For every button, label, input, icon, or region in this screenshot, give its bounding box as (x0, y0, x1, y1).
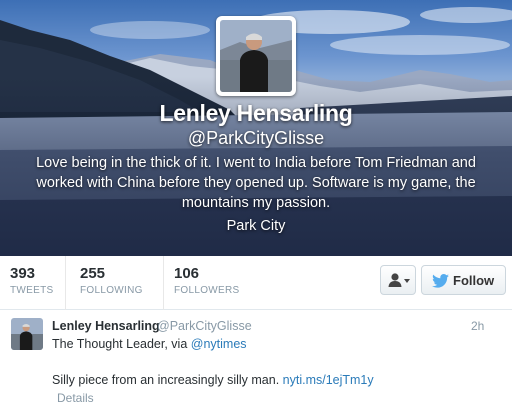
tweet-author-avatar[interactable] (11, 318, 43, 350)
follow-button[interactable]: Follow (421, 265, 506, 295)
stat-followers-label: FOLLOWERS (174, 285, 240, 296)
tweet-mention-link[interactable]: @nytimes (191, 337, 247, 351)
stat-tweets-label: TWEETS (10, 285, 54, 296)
stat-tweets[interactable]: 393 TWEETS (0, 256, 66, 310)
user-dropdown-icon (388, 273, 410, 287)
stat-tweets-count: 393 (10, 265, 36, 282)
follow-button-label: Follow (453, 273, 495, 288)
profile-handle[interactable]: @ParkCityGlisse (0, 128, 512, 149)
stat-following-count: 255 (80, 265, 106, 282)
tweet-item[interactable]: Lenley Hensarling @ParkCityGlisse 2h The… (0, 310, 512, 417)
twitter-bird-icon (432, 274, 449, 288)
profile-header-banner: Lenley Hensarling @ParkCityGlisse Love b… (0, 0, 512, 256)
stat-following[interactable]: 255 FOLLOWING (70, 256, 164, 310)
profile-photo (220, 20, 292, 92)
tweet-url-link[interactable]: nyti.ms/1ejTm1y (283, 373, 374, 387)
user-actions-dropdown-button[interactable] (380, 265, 416, 295)
avatar[interactable] (220, 20, 292, 92)
stat-following-label: FOLLOWING (80, 285, 143, 296)
tweet-text-1: The Thought Leader, via (52, 337, 191, 351)
profile-bio: Love being in the thick of it. I went to… (36, 155, 476, 211)
tweet-text-line1: The Thought Leader, via @nytimes (52, 337, 247, 351)
stat-followers[interactable]: 106 FOLLOWERS (164, 256, 264, 310)
tweet-text-line2: Silly piece from an increasingly silly m… (52, 373, 374, 387)
tweet-author-photo (11, 318, 43, 350)
profile-location: Park City (226, 218, 286, 234)
stat-followers-count: 106 (174, 265, 200, 282)
profile-avatar-frame[interactable] (216, 16, 296, 96)
profile-name: Lenley Hensarling (159, 100, 353, 126)
tweet-author-name[interactable]: Lenley Hensarling (52, 319, 160, 333)
tweet-details-link[interactable]: Details (57, 391, 94, 405)
tweet-text-2: Silly piece from an increasingly silly m… (52, 373, 283, 387)
tweet-author-handle[interactable]: @ParkCityGlisse (157, 319, 252, 333)
tweet-timestamp[interactable]: 2h (471, 319, 484, 333)
